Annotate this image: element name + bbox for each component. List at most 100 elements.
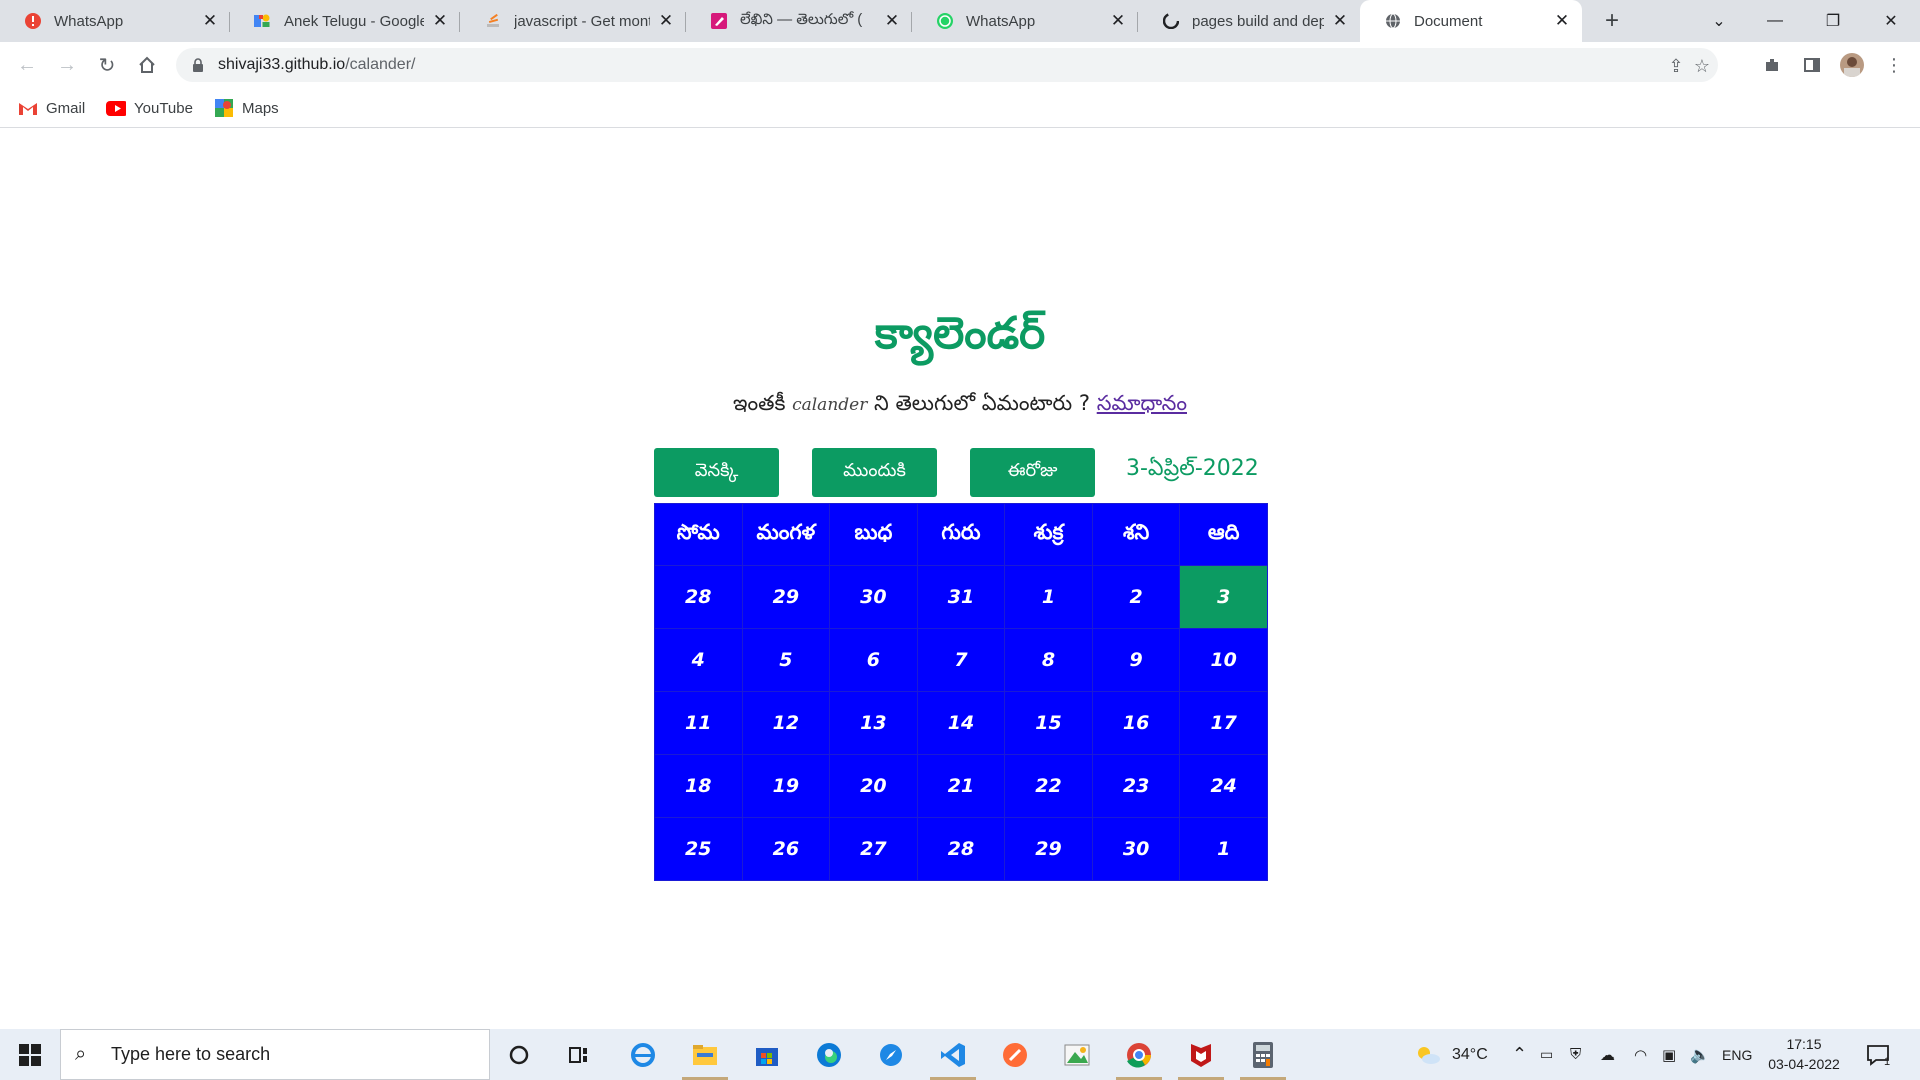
tab-title: Document	[1414, 12, 1483, 30]
close-tab-icon[interactable]: ✕	[1552, 11, 1572, 31]
tab-title: WhatsApp	[966, 12, 1036, 30]
close-tab-icon[interactable]: ✕	[1330, 11, 1350, 31]
tab-github-pages[interactable]: pages build and deplo ✕	[1138, 0, 1360, 42]
address-bar[interactable]: shivaji33.github.io/calander/ ⇪ ☆	[176, 48, 1718, 82]
youtube-icon	[106, 100, 126, 116]
windows-taskbar: ⌕ Type here to search 34°C ⌃ ▭ ⛨ ☁ ◠ ▣ 🔈…	[0, 1029, 1920, 1080]
minimize-button[interactable]: ―	[1746, 0, 1804, 42]
day-cell: 23	[1091, 754, 1181, 818]
task-view-icon[interactable]	[550, 1029, 608, 1080]
day-cell: 7	[916, 628, 1006, 692]
close-tab-icon[interactable]: ✕	[656, 11, 676, 31]
subtitle: ఇంతకీ calander ని తెలుగులో ఏమంటారు ? సమా…	[0, 391, 1920, 421]
close-tab-icon[interactable]: ✕	[882, 11, 902, 31]
day-cell: 28	[916, 817, 1006, 881]
back-button[interactable]: ←	[11, 49, 43, 81]
side-panel-icon[interactable]	[1798, 51, 1826, 79]
tab-whatsapp-1[interactable]: WhatsApp ✕	[0, 0, 230, 42]
volume-icon[interactable]: 🔈	[1690, 1029, 1710, 1080]
globe-icon	[1384, 12, 1402, 30]
weekday-header: శని	[1091, 503, 1181, 566]
day-cell: 10	[1179, 628, 1268, 692]
wifi-icon[interactable]: ◠	[1634, 1029, 1647, 1080]
close-tab-icon[interactable]: ✕	[200, 11, 220, 31]
close-window-button[interactable]: ✕	[1862, 0, 1920, 42]
bookmark-youtube[interactable]: YouTube	[106, 96, 193, 120]
onedrive-sync-icon[interactable]: ☁	[1600, 1029, 1615, 1080]
bookmarks-bar: Gmail YouTube Maps	[0, 88, 1920, 128]
notification-center-icon[interactable]: 1	[1866, 1029, 1890, 1080]
meet-now-icon[interactable]: ▭	[1540, 1029, 1553, 1080]
tab-search-chevron-icon[interactable]: ⌄	[1690, 0, 1748, 42]
file-explorer-icon[interactable]	[676, 1029, 734, 1080]
day-cell: 28	[654, 565, 743, 629]
day-cell: 21	[916, 754, 1006, 818]
close-tab-icon[interactable]: ✕	[1108, 11, 1128, 31]
profile-avatar[interactable]	[1840, 53, 1864, 77]
page-content: క్యాలెండర్ ఇంతకీ calander ని తెలుగులో ఏమ…	[0, 129, 1920, 1029]
taskbar-clock[interactable]: 17:15 03-04-2022	[1764, 1034, 1844, 1074]
day-cell: 20	[829, 754, 918, 818]
internet-explorer-icon[interactable]	[614, 1029, 672, 1080]
lock-icon	[193, 58, 203, 72]
weather-widget[interactable]: 34°C	[1414, 1029, 1488, 1080]
day-cell: 2	[1091, 565, 1181, 629]
input-language[interactable]: ENG	[1722, 1029, 1752, 1080]
new-tab-button[interactable]: +	[1598, 7, 1626, 35]
show-hidden-icons-chevron-icon[interactable]: ⌃	[1512, 1029, 1527, 1080]
today-button[interactable]: ఈరోజు	[970, 448, 1095, 497]
chrome-icon[interactable]	[1110, 1029, 1168, 1080]
day-cell: 8	[1004, 628, 1093, 692]
app-blue-compass-icon[interactable]	[862, 1029, 920, 1080]
clock-date: 03-04-2022	[1768, 1056, 1840, 1072]
microsoft-store-icon[interactable]	[738, 1029, 796, 1080]
whatsapp-alert-icon	[24, 12, 42, 30]
subtitle-suffix: ని తెలుగులో ఏమంటారు ?	[874, 391, 1091, 415]
tab-lekhini[interactable]: లేఖిని — తెలుగులో ( ✕	[686, 0, 912, 42]
tab-anek-telugu[interactable]: Anek Telugu - Google ✕	[230, 0, 460, 42]
weekday-header: శుక్ర	[1004, 503, 1093, 566]
weekday-header: ఆది	[1179, 503, 1268, 566]
postman-icon[interactable]	[986, 1029, 1044, 1080]
day-cell: 19	[741, 754, 831, 818]
start-button[interactable]	[0, 1029, 60, 1080]
day-cell: 30	[829, 565, 918, 629]
restore-button[interactable]: ❐	[1804, 0, 1862, 42]
next-month-button[interactable]: ముందుకి	[812, 448, 937, 497]
reload-button[interactable]: ↻	[91, 49, 123, 81]
image-viewer-icon[interactable]	[1048, 1029, 1106, 1080]
windows-logo-icon	[19, 1043, 41, 1066]
prev-month-button[interactable]: వెనక్కి	[654, 448, 779, 497]
answer-link[interactable]: సమాధానం	[1097, 391, 1187, 415]
bookmark-star-icon[interactable]: ☆	[1692, 56, 1712, 76]
cortana-icon[interactable]	[490, 1029, 548, 1080]
share-icon[interactable]: ⇪	[1666, 56, 1686, 76]
day-cell: 4	[654, 628, 743, 692]
bookmark-gmail[interactable]: Gmail	[18, 96, 85, 120]
taskbar-search-box[interactable]: ⌕ Type here to search	[60, 1029, 490, 1080]
forward-button[interactable]: →	[51, 49, 83, 81]
calculator-icon[interactable]	[1234, 1029, 1292, 1080]
tab-document[interactable]: Document ✕	[1360, 0, 1582, 42]
security-shield-icon[interactable]: ⛨	[1570, 1029, 1581, 1080]
close-tab-icon[interactable]: ✕	[430, 11, 450, 31]
tab-title: Anek Telugu - Google	[284, 12, 424, 30]
bookmark-maps[interactable]: Maps	[214, 96, 279, 120]
tab-title: లేఖిని — తెలుగులో (	[740, 10, 863, 28]
day-cell: 24	[1179, 754, 1268, 818]
vscode-icon[interactable]	[924, 1029, 982, 1080]
battery-icon[interactable]: ▣	[1662, 1029, 1676, 1080]
bookmark-label: Gmail	[46, 99, 86, 117]
edge-icon[interactable]	[800, 1029, 858, 1080]
tab-whatsapp-2[interactable]: WhatsApp ✕	[912, 0, 1138, 42]
tab-stackoverflow[interactable]: javascript - Get month ✕	[460, 0, 686, 42]
mcafee-icon[interactable]	[1172, 1029, 1230, 1080]
extensions-puzzle-icon[interactable]	[1758, 51, 1786, 79]
weekday-header: గురు	[916, 503, 1006, 566]
current-date: 3-ఏప్రిల్-2022	[1126, 456, 1259, 481]
gmail-icon	[18, 100, 38, 116]
day-cell: 27	[829, 817, 918, 881]
menu-kebab-icon[interactable]: ⋮	[1880, 51, 1908, 79]
home-button[interactable]	[131, 49, 163, 81]
lekhini-icon	[710, 12, 728, 30]
